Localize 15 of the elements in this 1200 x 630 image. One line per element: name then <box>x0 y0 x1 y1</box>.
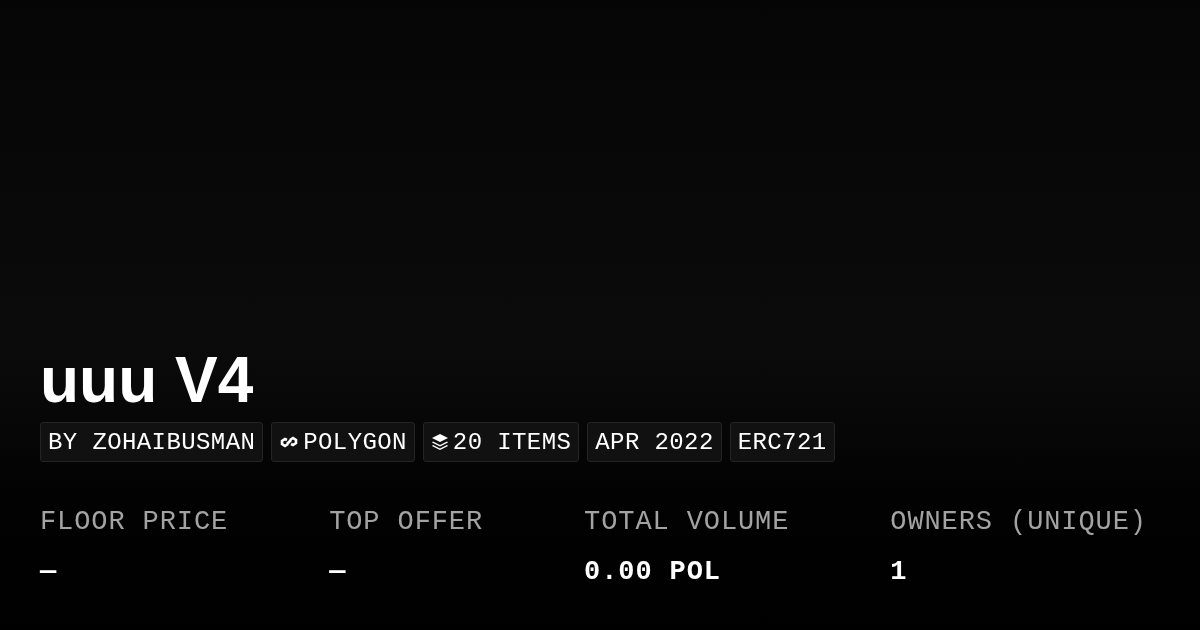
tag-label: BY ZOHAIBUSMAN <box>48 428 256 456</box>
stat-value: — <box>329 556 347 589</box>
stat-value: 0.00 POL <box>584 556 721 589</box>
stat-label: TOP OFFER <box>329 506 484 539</box>
tag-label: ERC721 <box>737 428 827 456</box>
stat-label: TOTAL VOLUME <box>584 506 790 539</box>
stat-label: OWNERS (UNIQUE) <box>890 506 1147 539</box>
tag-label: 20 ITEMS <box>452 428 572 456</box>
stat-label: FLOOR PRICE <box>40 506 229 539</box>
stat-value: 1 <box>890 556 908 589</box>
collection-title: uuu V4 <box>40 343 254 418</box>
tag-label: POLYGON <box>303 428 407 456</box>
layers-icon <box>430 433 449 451</box>
stat-value: — <box>40 556 58 589</box>
tag-label: APR 2022 <box>595 428 714 456</box>
